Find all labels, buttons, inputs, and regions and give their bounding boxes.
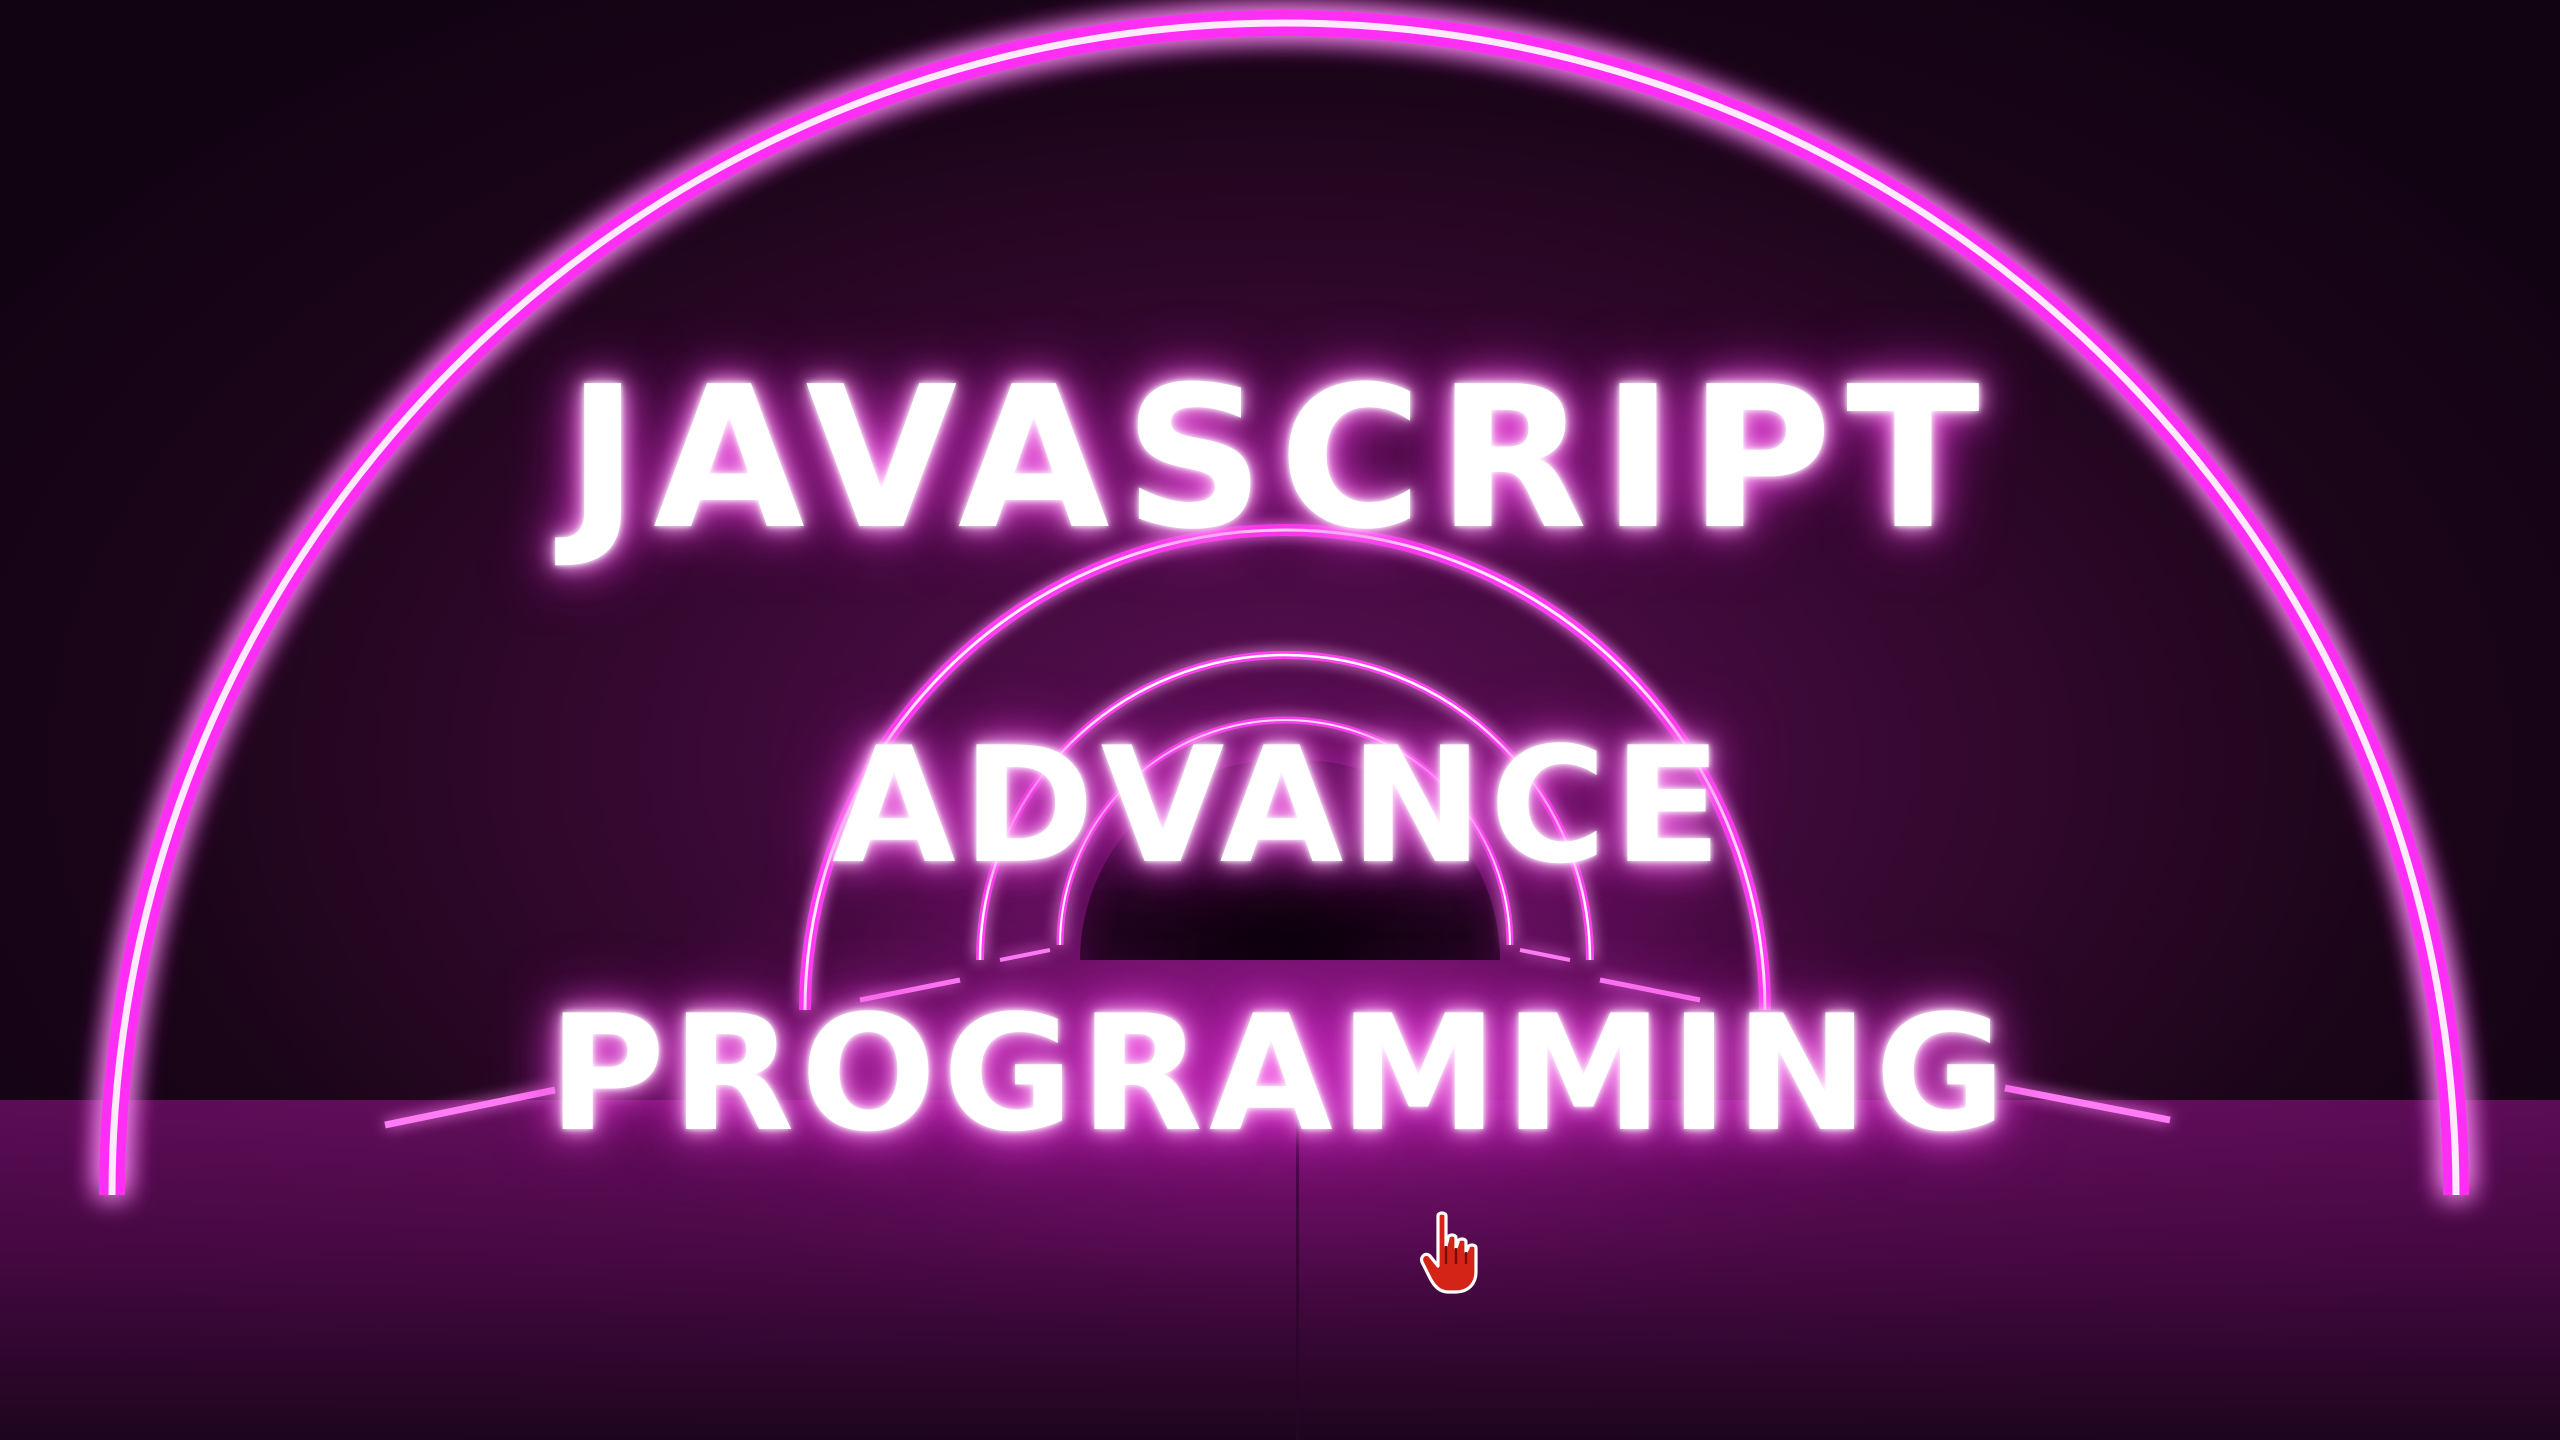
neon-tunnel-banner: JAVASCRIPT ADVANCE PROGRAMMING [0, 0, 2560, 1440]
title-line-programming: PROGRAMMING [547, 980, 2013, 1167]
title-line-javascript: JAVASCRIPT [566, 345, 1994, 573]
title-line-advance: ADVANCE [831, 712, 1729, 899]
hand-pointer-icon [1420, 1211, 1478, 1294]
